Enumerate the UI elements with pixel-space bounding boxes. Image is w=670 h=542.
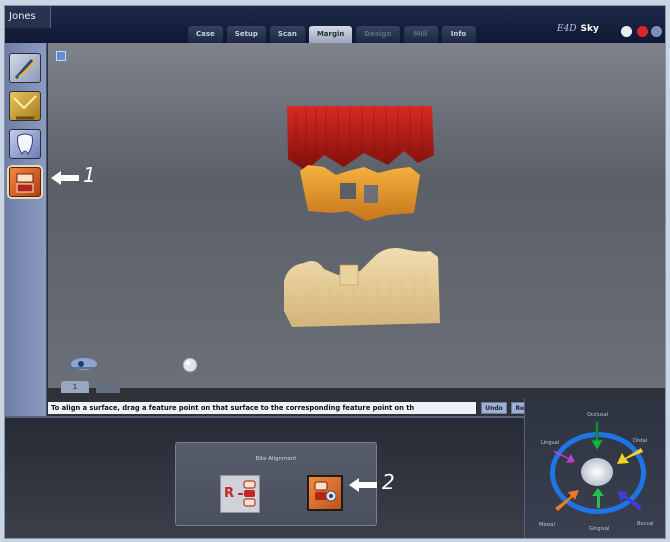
tooth-tool-icon[interactable] [9, 129, 41, 159]
callout-1-label: 1 [83, 163, 96, 187]
divider [5, 416, 524, 418]
figure-frame: Jones Case Setup Scan Margin Design Mill… [0, 0, 670, 542]
top-bar: Jones Case Setup Scan Margin Design Mill… [5, 6, 665, 43]
tab-case[interactable]: Case [188, 26, 223, 43]
tab-design[interactable]: Design [356, 26, 400, 43]
occlusal-arrow-icon [590, 421, 604, 451]
callout-1-arrow-icon [51, 171, 79, 185]
lingual-arrow-icon [553, 450, 575, 463]
gingival-arrow-icon [592, 488, 604, 508]
mesial-arrow-icon [555, 490, 579, 511]
callout-2-label: 2 [382, 470, 395, 494]
trim-tool-icon[interactable] [9, 91, 41, 121]
workflow-tabs: Case Setup Scan Margin Design Mill Info [188, 26, 476, 43]
exit-icon[interactable] [651, 26, 662, 37]
feature-align-button[interactable] [307, 475, 343, 511]
tab-scan[interactable]: Scan [269, 26, 305, 43]
distal-arrow-icon [617, 448, 643, 464]
view-tab-2[interactable] [96, 383, 120, 393]
cad-application-window: Jones Case Setup Scan Margin Design Mill… [4, 5, 666, 539]
buccal-arrow-icon [617, 491, 642, 510]
tool-sidebar [5, 43, 47, 416]
reset-alignment-button[interactable]: R [220, 475, 260, 513]
settings-icon[interactable] [621, 26, 632, 37]
tab-mill[interactable]: Mill [403, 26, 438, 43]
instruction-bar: To align a surface, drag a feature point… [48, 402, 476, 414]
rotate-ball-icon [182, 357, 198, 373]
dental-model-render [62, 106, 440, 373]
upper-arch-margin [287, 106, 434, 171]
margin-pen-tool-icon[interactable] [9, 53, 41, 83]
help-icon[interactable] [637, 26, 648, 37]
tab-setup[interactable]: Setup [226, 26, 266, 43]
lower-arch [284, 248, 440, 327]
bite-align-tool-icon[interactable] [9, 167, 41, 197]
3d-viewport[interactable] [48, 43, 665, 388]
tab-margin[interactable]: Margin [308, 26, 353, 43]
product-logo: E4D Sky [557, 24, 599, 34]
panel-title: Bite Alignment [255, 456, 297, 462]
prep-die [300, 165, 420, 221]
view-tab-1[interactable]: 1 [61, 381, 89, 393]
callout-2-arrow-icon [349, 478, 377, 492]
eye-view-icon [62, 358, 100, 370]
orientation-navigator: Occlusal Lingual Distal Mesial Gingival … [524, 398, 665, 538]
tab-info[interactable]: Info [441, 26, 476, 43]
patient-tab[interactable]: Jones [5, 6, 51, 28]
undo-button[interactable]: Undo [481, 402, 507, 414]
